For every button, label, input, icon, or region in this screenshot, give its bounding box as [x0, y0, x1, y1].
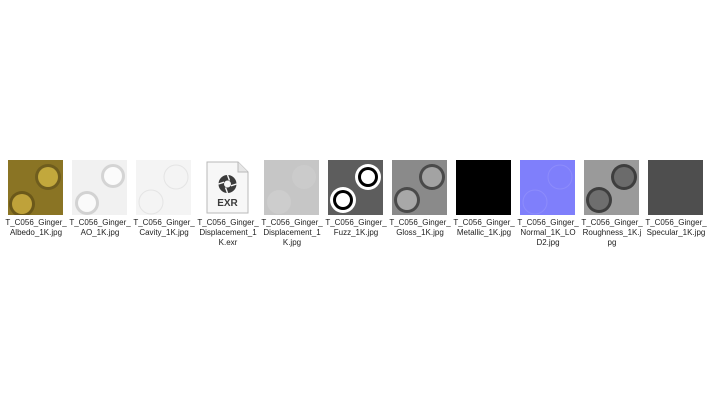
file-name: T_C056_Ginger_ Roughness_1K.j pg: [581, 218, 643, 247]
roughness-thumbnail: [584, 160, 639, 215]
file-item[interactable]: T_C056_Ginger_ Displacement_1 K.jpg: [260, 160, 324, 248]
specular-thumbnail: [648, 160, 703, 215]
gloss-thumbnail: [392, 160, 447, 215]
file-item[interactable]: EXR T_C056_Ginger_ Displacement_1 K.exr: [196, 160, 260, 248]
exr-badge: EXR: [217, 198, 238, 209]
file-name: T_C056_Ginger_ Displacement_1 K.jpg: [261, 218, 323, 247]
file-name: T_C056_Ginger_ Displacement_1 K.exr: [197, 218, 259, 247]
ao-thumbnail: [72, 160, 127, 215]
file-name: T_C056_Ginger_ Albedo_1K.jpg: [5, 218, 67, 237]
file-name: T_C056_Ginger_ Specular_1K.jpg: [645, 218, 707, 237]
file-name: T_C056_Ginger_ Metallic_1K.jpg: [453, 218, 515, 237]
file-name: T_C056_Ginger_ Gloss_1K.jpg: [389, 218, 451, 237]
file-name: T_C056_Ginger_ Fuzz_1K.jpg: [325, 218, 387, 237]
file-grid: T_C056_Ginger_ Albedo_1K.jpg T_C056_Ginge…: [0, 0, 720, 405]
exr-file-icon: EXR: [200, 160, 255, 215]
file-item[interactable]: T_C056_Ginger_ Gloss_1K.jpg: [388, 160, 452, 238]
file-item[interactable]: T_C056_Ginger_ AO_1K.jpg: [68, 160, 132, 238]
file-item[interactable]: T_C056_Ginger_ Normal_1K_LO D2.jpg: [516, 160, 580, 248]
file-name: T_C056_Ginger_ AO_1K.jpg: [69, 218, 131, 237]
file-name: T_C056_Ginger_ Cavity_1K.jpg: [133, 218, 195, 237]
displacement-thumbnail: [264, 160, 319, 215]
metallic-thumbnail: [456, 160, 511, 215]
file-item[interactable]: T_C056_Ginger_ Cavity_1K.jpg: [132, 160, 196, 238]
file-item[interactable]: T_C056_Ginger_ Albedo_1K.jpg: [4, 160, 68, 238]
fuzz-thumbnail: [328, 160, 383, 215]
file-item[interactable]: T_C056_Ginger_ Specular_1K.jpg: [644, 160, 708, 238]
cavity-thumbnail: [136, 160, 191, 215]
file-name: T_C056_Ginger_ Normal_1K_LO D2.jpg: [517, 218, 579, 247]
file-item[interactable]: T_C056_Ginger_ Roughness_1K.j pg: [580, 160, 644, 248]
file-item[interactable]: T_C056_Ginger_ Fuzz_1K.jpg: [324, 160, 388, 238]
file-item[interactable]: T_C056_Ginger_ Metallic_1K.jpg: [452, 160, 516, 238]
albedo-thumbnail: [8, 160, 63, 215]
normal-thumbnail: [520, 160, 575, 215]
